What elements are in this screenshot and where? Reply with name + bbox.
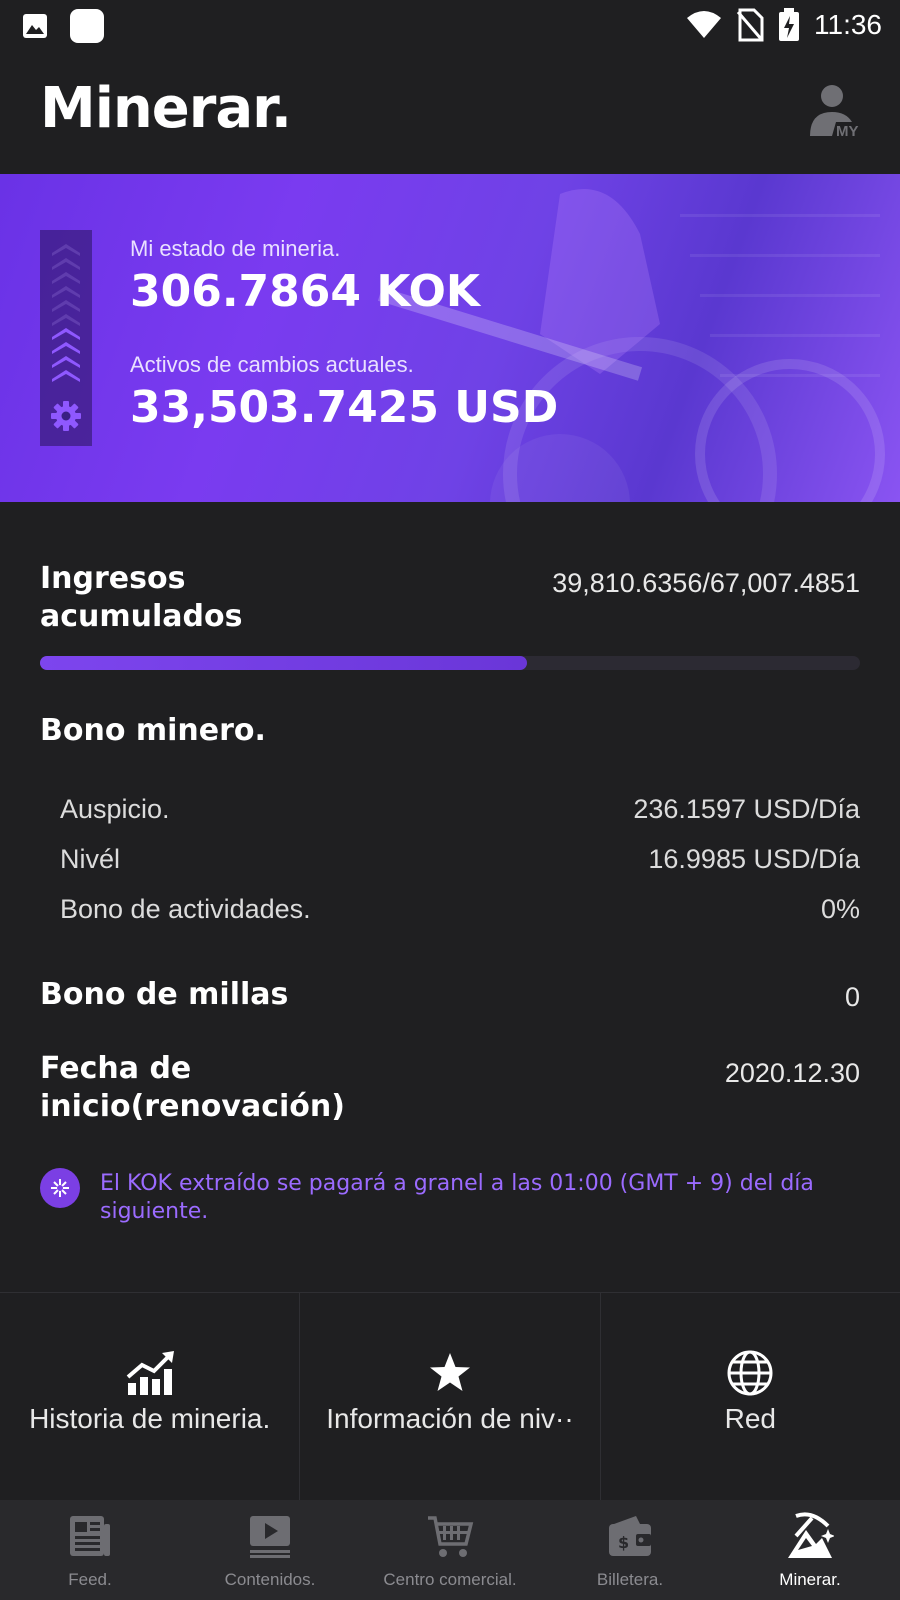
nav-shopping-center[interactable]: Centro comercial. [360, 1500, 540, 1600]
clock: 11:36 [814, 9, 882, 40]
start-date-title: Fecha de inicio(renovación) [40, 1050, 345, 1126]
sponsorship-label: Auspicio. [60, 794, 170, 824]
battery-charging-icon [779, 8, 799, 41]
mining-bonus-title: Bono minero. [40, 713, 266, 748]
image-icon [23, 14, 47, 38]
nav-wallet[interactable]: $ Billetera. [540, 1500, 720, 1600]
accumulated-income-title: Ingresos acumulados [40, 560, 242, 636]
nav-wallet-label: Billetera. [596, 1570, 664, 1589]
cart-icon [428, 1516, 474, 1557]
nav-contents-label: Contenidos. [224, 1570, 316, 1589]
asterisk-info-icon [40, 1168, 80, 1208]
level-chevron [52, 370, 80, 382]
level-chevron [52, 258, 80, 270]
level-info-label: Información de niv·· [326, 1403, 574, 1434]
mining-details: Ingresos acumulados 39,810.6356/67,007.4… [0, 502, 900, 1292]
star-icon [429, 1353, 470, 1391]
start-date-title-line1: Fecha de [40, 1051, 192, 1086]
nav-mining[interactable]: Minerar. [720, 1500, 900, 1600]
app-square-icon [70, 9, 104, 43]
status-bar-left [22, 9, 104, 43]
settings-gear-icon[interactable] [50, 400, 82, 432]
mining-icon [788, 1512, 834, 1558]
level-info-button[interactable]: Información de niv·· [300, 1293, 601, 1500]
mining-history-button[interactable]: Historia de mineria. [0, 1293, 301, 1500]
status-bar-right: 11:36 [686, 8, 882, 42]
page-title: Minerar. [40, 76, 292, 141]
mining-status-label: Mi estado de mineria. [130, 236, 341, 261]
feed-icon [70, 1516, 110, 1556]
network-button[interactable]: Red [601, 1293, 900, 1500]
wallet-icon: $ [609, 1516, 651, 1556]
payout-notice: El KOK extraído se pagará a granel a las… [100, 1171, 814, 1224]
accumulated-income-title-line1: Ingresos [40, 561, 186, 596]
network-label: Red [724, 1403, 776, 1434]
video-icon [250, 1516, 290, 1558]
nav-shopping-center-label: Centro comercial. [383, 1570, 517, 1589]
start-date-value: 2020.12.30 [724, 1058, 860, 1088]
level-chevron [52, 300, 80, 312]
my-profile-icon[interactable]: MY [806, 84, 862, 140]
globe-icon [727, 1350, 773, 1396]
level-chevron [52, 286, 80, 298]
app-header: Minerar. MY [0, 50, 900, 174]
level-chevron [52, 342, 80, 354]
accumulated-income-value: 39,810.6356/67,007.4851 [552, 568, 860, 598]
level-chevron [52, 328, 80, 340]
svg-text:$: $ [618, 1533, 629, 1552]
mining-status-value: 306.7864 KOK [130, 266, 480, 317]
mining-history-label: Historia de mineria. [29, 1403, 271, 1434]
quick-actions: Historia de mineria. Información de niv·… [0, 1292, 900, 1500]
miles-bonus-title: Bono de millas [40, 977, 289, 1012]
progress-fill [40, 656, 528, 670]
sponsorship-value: 236.1597 USD/Día [633, 794, 860, 824]
nav-feed[interactable]: Feed. [0, 1500, 180, 1600]
level-chevron [52, 272, 80, 284]
level-chevron [52, 356, 80, 368]
profile-badge: MY [836, 123, 859, 140]
mining-level-indicator[interactable] [40, 230, 92, 446]
chart-trend-icon [126, 1351, 174, 1395]
nav-feed-label: Feed. [68, 1570, 112, 1589]
nav-contents[interactable]: Contenidos. [180, 1500, 360, 1600]
miles-bonus-value: 0 [844, 982, 860, 1012]
banner-background-illustration [377, 189, 885, 502]
level-value: 16.9985 USD/Día [648, 844, 860, 874]
level-chevron [52, 244, 80, 256]
activity-bonus-label: Bono de actividades. [60, 894, 311, 924]
activity-bonus-value: 0% [820, 894, 860, 924]
wifi-icon [687, 11, 721, 38]
accumulated-income-progress [40, 656, 860, 670]
mining-status-banner: Mi estado de mineria. 306.7864 KOK Activ… [0, 174, 900, 502]
nav-mining-label: Minerar. [779, 1570, 841, 1589]
bottom-navigation: Feed. Contenidos. Centro comercial. $ Bi… [0, 1500, 900, 1600]
status-bar: 11:36 [0, 0, 900, 50]
level-label: Nivél [60, 844, 121, 874]
accumulated-income-title-line2: acumulados [40, 599, 243, 634]
no-sim-icon [736, 8, 764, 42]
level-chevron [52, 314, 80, 326]
current-assets-label: Activos de cambios actuales. [130, 352, 414, 377]
current-assets-value: 33,503.7425 USD [130, 382, 559, 433]
start-date-title-line2: inicio(renovación) [40, 1089, 345, 1124]
